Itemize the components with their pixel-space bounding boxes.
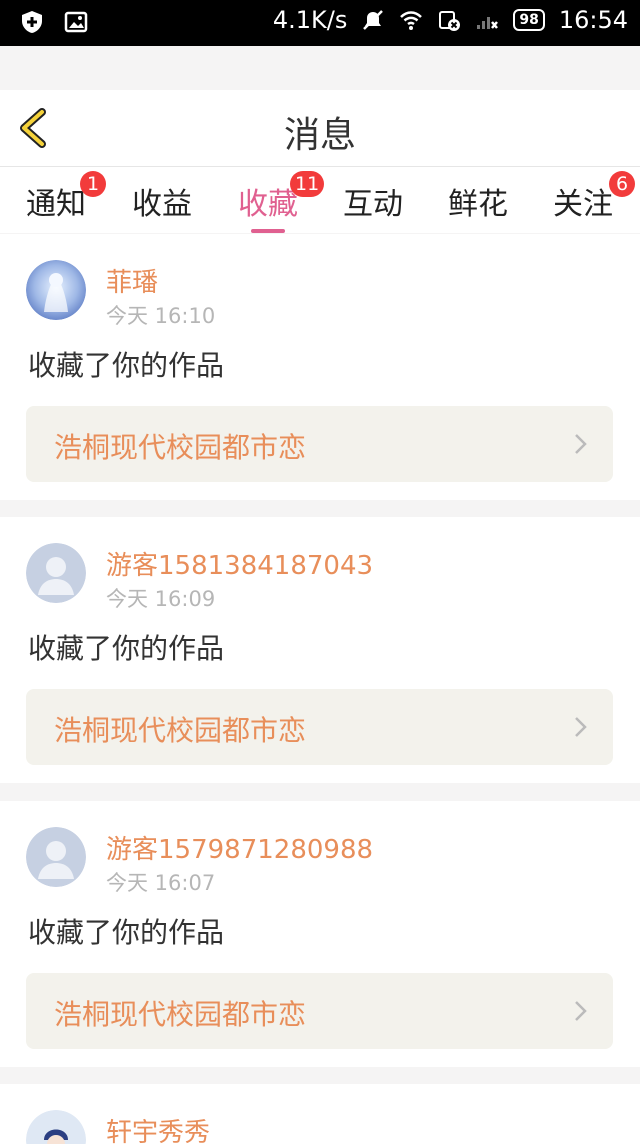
tab-label: 互动 bbox=[343, 187, 403, 222]
default-avatar-icon bbox=[26, 827, 86, 887]
header: 消息 bbox=[0, 90, 640, 167]
tab-label: 鲜花 bbox=[448, 187, 508, 222]
tab-label: 收益 bbox=[132, 187, 192, 222]
user-name[interactable]: 游客1579871280988 bbox=[106, 829, 373, 866]
chevron-right-icon bbox=[575, 434, 587, 454]
avatar[interactable] bbox=[26, 260, 86, 320]
unread-badge: 6 bbox=[609, 171, 635, 197]
message-card: 菲璠 今天 16:10 收藏了你的作品 浩桐现代校园都市恋 bbox=[0, 234, 640, 500]
battery-indicator: 98 bbox=[513, 9, 545, 31]
signal-icon bbox=[477, 17, 499, 29]
tab-label: 通知 bbox=[26, 187, 86, 222]
tab-favorites[interactable]: 收藏 11 bbox=[238, 171, 325, 233]
unread-badge: 1 bbox=[80, 171, 106, 197]
work-link[interactable]: 浩桐现代校园都市恋 bbox=[26, 406, 613, 482]
tab-interactions[interactable]: 互动 bbox=[343, 179, 403, 223]
tab-flowers[interactable]: 鲜花 bbox=[448, 179, 508, 223]
message-card: 游客1579871280988 今天 16:07 收藏了你的作品 浩桐现代校园都… bbox=[0, 801, 640, 1067]
network-speed: 4.1K/s bbox=[272, 6, 348, 34]
avatar[interactable] bbox=[26, 543, 86, 603]
wifi-icon bbox=[400, 11, 423, 30]
tab-earnings[interactable]: 收益 bbox=[132, 179, 192, 223]
work-title: 浩桐现代校园都市恋 bbox=[54, 431, 307, 464]
default-avatar-icon bbox=[26, 543, 86, 603]
work-link[interactable]: 浩桐现代校园都市恋 bbox=[26, 689, 613, 765]
work-title: 浩桐现代校园都市恋 bbox=[54, 998, 307, 1031]
top-gap bbox=[0, 46, 640, 90]
sim-off-icon bbox=[439, 11, 461, 31]
image-icon bbox=[64, 11, 88, 33]
tab-label: 关注 bbox=[553, 187, 613, 222]
user-name[interactable]: 轩宇秀秀 bbox=[106, 1112, 210, 1144]
message-card: 轩宇秀秀 bbox=[0, 1084, 640, 1144]
chevron-right-icon bbox=[575, 1001, 587, 1021]
chevron-right-icon bbox=[575, 717, 587, 737]
avatar[interactable] bbox=[26, 1110, 86, 1144]
tab-notifications[interactable]: 通知 1 bbox=[26, 171, 106, 223]
user-name[interactable]: 游客1581384187043 bbox=[106, 545, 373, 582]
action-text: 收藏了你的作品 bbox=[28, 349, 225, 382]
clock: 16:54 bbox=[558, 6, 628, 34]
tab-bar: 通知 1 收益 收藏 11 互动 鲜花 关注 6 bbox=[0, 167, 640, 233]
message-time: 今天 16:10 bbox=[106, 304, 216, 328]
action-text: 收藏了你的作品 bbox=[28, 916, 225, 949]
status-bar: 4.1K/s 98 16:54 bbox=[0, 0, 640, 46]
message-time: 今天 16:09 bbox=[106, 587, 216, 611]
message-time: 今天 16:07 bbox=[106, 871, 216, 895]
user-name[interactable]: 菲璠 bbox=[106, 262, 158, 299]
mute-icon bbox=[363, 10, 384, 30]
active-tab-indicator bbox=[251, 229, 285, 233]
tab-follows[interactable]: 关注 6 bbox=[553, 171, 635, 223]
work-title: 浩桐现代校园都市恋 bbox=[54, 714, 307, 747]
work-link[interactable]: 浩桐现代校园都市恋 bbox=[26, 973, 613, 1049]
shield-plus-icon bbox=[22, 11, 42, 33]
message-card: 游客1581384187043 今天 16:09 收藏了你的作品 浩桐现代校园都… bbox=[0, 517, 640, 783]
action-text: 收藏了你的作品 bbox=[28, 632, 225, 665]
tab-label: 收藏 bbox=[238, 187, 298, 222]
page-title: 消息 bbox=[283, 115, 356, 156]
unread-badge: 11 bbox=[290, 171, 325, 197]
avatar[interactable] bbox=[26, 827, 86, 887]
